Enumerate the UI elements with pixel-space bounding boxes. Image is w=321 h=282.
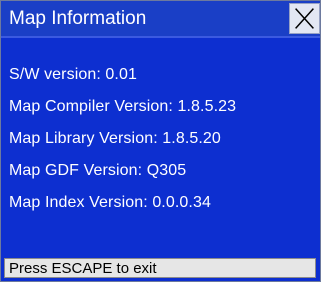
window-title: Map Information — [9, 8, 147, 29]
map-information-window: Map Information S/W version: 0.01 Map Co… — [0, 0, 321, 282]
close-icon — [295, 8, 314, 29]
status-text: Press ESCAPE to exit — [9, 260, 157, 277]
map-library-version-text: Map Library Version: 1.8.5.20 — [9, 130, 221, 147]
map-compiler-version-text: Map Compiler Version: 1.8.5.23 — [9, 98, 237, 115]
map-gdf-version-text: Map GDF Version: Q305 — [9, 162, 187, 179]
info-list: S/W version: 0.01 Map Compiler Version: … — [9, 65, 236, 225]
status-bar: Press ESCAPE to exit — [4, 258, 316, 278]
close-button[interactable] — [289, 3, 320, 34]
title-bar: Map Information — [1, 1, 320, 38]
sw-version-text: S/W version: 0.01 — [9, 66, 137, 83]
map-index-version-text: Map Index Version: 0.0.0.34 — [9, 194, 211, 211]
